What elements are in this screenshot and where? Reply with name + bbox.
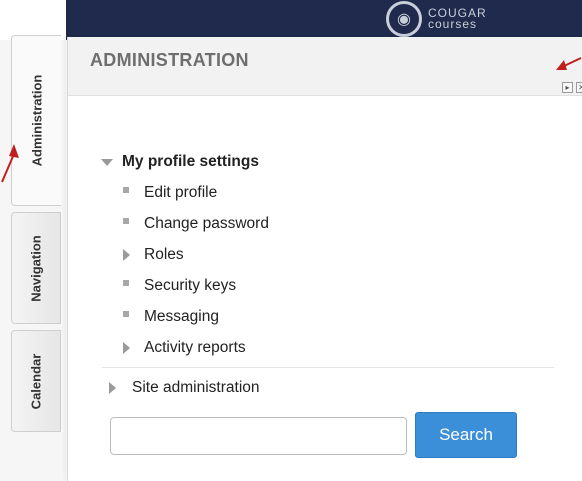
panel-title: ADMINISTRATION: [90, 50, 249, 70]
list-item[interactable]: Edit profile: [123, 184, 217, 202]
bullet-square-icon: [123, 280, 129, 286]
logo-word-courses: courses: [428, 17, 478, 31]
search-input[interactable]: [110, 417, 407, 455]
bullet-square-icon: [123, 311, 129, 317]
list-item-label: Security keys: [144, 277, 237, 294]
list-item[interactable]: Change password: [123, 215, 269, 233]
top-banner: ◉ COUGAR courses: [66, 0, 582, 40]
site-administration-label: Site administration: [132, 379, 260, 396]
tab-navigation[interactable]: Navigation: [11, 212, 61, 324]
dock-icon[interactable]: ▸: [562, 82, 573, 93]
close-icon[interactable]: ✕: [576, 82, 582, 93]
list-item[interactable]: Roles: [123, 246, 184, 264]
tab-calendar[interactable]: Calendar: [11, 330, 61, 432]
expanded-triangle-icon: [101, 158, 113, 166]
search-button[interactable]: Search: [415, 412, 517, 458]
bullet-square-icon: [123, 187, 129, 193]
list-item-label: Edit profile: [144, 184, 218, 201]
annotation-arrow-left: [1, 144, 19, 183]
list-item[interactable]: Activity reports: [123, 339, 246, 357]
tab-navigation-label: Navigation: [28, 234, 44, 302]
section-label: My profile settings: [122, 153, 259, 170]
administration-panel: ADMINISTRATION ▸ ✕ My profile settings E…: [67, 37, 582, 481]
tab-administration-label: Administration: [29, 74, 45, 167]
panel-header: ADMINISTRATION ▸ ✕: [68, 37, 582, 96]
annotation-arrow-right: [556, 57, 582, 70]
list-item[interactable]: Security keys: [123, 277, 236, 295]
tree-section-my-profile-settings[interactable]: My profile settings: [101, 153, 259, 171]
list-item-label: Activity reports: [144, 339, 246, 356]
cougar-courses-logo[interactable]: ◉ COUGAR courses: [386, 1, 546, 37]
collapsed-triangle-icon: [123, 342, 130, 354]
collapsed-triangle-icon: [123, 249, 130, 261]
tree-section-site-administration[interactable]: Site administration: [109, 379, 260, 397]
list-item-label: Roles: [144, 246, 184, 263]
list-item[interactable]: Messaging: [123, 308, 219, 326]
cougar-emblem-icon: ◉: [386, 1, 422, 37]
list-item-label: Change password: [144, 215, 269, 232]
bullet-square-icon: [123, 218, 129, 224]
collapsed-triangle-icon: [109, 382, 116, 394]
list-item-label: Messaging: [144, 308, 219, 325]
divider: [102, 367, 554, 368]
tab-calendar-label: Calendar: [28, 353, 44, 409]
